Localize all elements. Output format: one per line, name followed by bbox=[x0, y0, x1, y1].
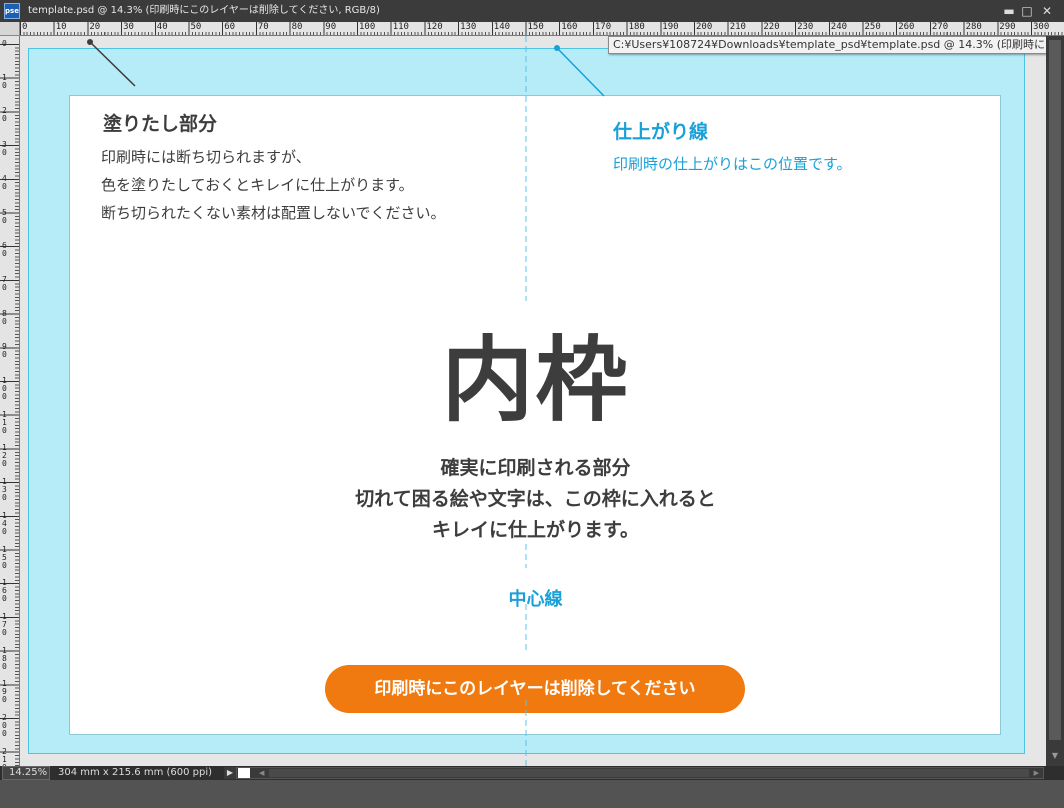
file-path-tooltip: C:¥Users¥108724¥Downloads¥template_psd¥t… bbox=[608, 36, 1064, 54]
ruler-h-label: 110 bbox=[392, 22, 409, 32]
ruler-h-label: 120 bbox=[426, 22, 443, 32]
ruler-h-label: 300 bbox=[1033, 22, 1050, 32]
ruler-v-label: 130 bbox=[2, 477, 7, 503]
ruler-v-label: 60 bbox=[2, 241, 7, 259]
minimize-button[interactable]: ▬ bbox=[1000, 3, 1018, 19]
status-bar: 14.25% 304 mm x 215.6 mm (600 ppi) ▶ ◀ ▶ bbox=[0, 766, 1064, 780]
ruler-origin[interactable] bbox=[0, 22, 20, 36]
workspace-background bbox=[0, 780, 1064, 808]
vertical-scrollbar[interactable]: ▼ bbox=[1046, 36, 1064, 766]
ruler-h-label: 220 bbox=[763, 22, 780, 32]
horizontal-scrollbar[interactable]: ◀ ▶ bbox=[236, 767, 1044, 779]
ruler-v-label: 30 bbox=[2, 140, 7, 158]
ruler-h-label: 0 bbox=[22, 22, 28, 32]
ruler-v-label: 100 bbox=[2, 376, 7, 401]
scroll-left-arrow-icon[interactable]: ◀ bbox=[259, 768, 264, 778]
horizontal-scroll-thumb[interactable] bbox=[269, 769, 1029, 777]
horizontal-ruler[interactable]: 0 10 20 30 40 50 60 70 80 90 100 110 120 130 140 150 160… bbox=[20, 22, 1064, 36]
ruler-v-label: 50 bbox=[2, 207, 7, 225]
bleed-leader-line bbox=[89, 41, 136, 87]
ruler-v-label: 80 bbox=[2, 308, 7, 326]
ruler-v-label: 0 bbox=[2, 39, 7, 48]
ruler-h-label: 290 bbox=[999, 22, 1016, 32]
ruler-h-label: 100 bbox=[359, 22, 376, 32]
ruler-v-label: 200 bbox=[2, 713, 7, 738]
ruler-h-label: 20 bbox=[89, 22, 101, 32]
ruler-h-label: 70 bbox=[257, 22, 269, 32]
status-menu-arrow-icon[interactable]: ▶ bbox=[224, 767, 236, 779]
ruler-v-label: 170 bbox=[2, 611, 7, 637]
vertical-scroll-thumb[interactable] bbox=[1049, 40, 1061, 740]
ruler-h-label: 210 bbox=[729, 22, 746, 32]
document-canvas[interactable]: 塗りたし部分 印刷時には断ち切られますが、 色を塗りたしておくとキレイに仕上がり… bbox=[20, 36, 1046, 766]
ruler-h-label: 90 bbox=[325, 22, 337, 32]
trim-leader-line bbox=[556, 47, 605, 97]
scroll-down-arrow-icon[interactable]: ▼ bbox=[1049, 750, 1061, 762]
scroll-box[interactable] bbox=[238, 768, 250, 778]
ruler-h-label: 180 bbox=[628, 22, 645, 32]
ruler-v-label: 120 bbox=[2, 443, 7, 469]
ruler-v-label: 110 bbox=[2, 409, 7, 435]
ruler-v-label: 160 bbox=[2, 578, 7, 604]
ruler-h-label: 260 bbox=[898, 22, 915, 32]
ruler-h-label: 240 bbox=[830, 22, 848, 32]
app-icon: pse bbox=[4, 3, 20, 19]
ruler-h-label: 10 bbox=[55, 22, 67, 32]
maximize-button[interactable]: □ bbox=[1018, 3, 1036, 19]
ruler-v-label: 190 bbox=[2, 679, 7, 705]
ruler-v-label: 140 bbox=[2, 510, 7, 536]
ruler-v-label: 150 bbox=[2, 544, 7, 570]
ruler-h-label: 60 bbox=[224, 22, 236, 32]
scroll-right-arrow-icon[interactable]: ▶ bbox=[1034, 768, 1039, 778]
trim-leader-dot bbox=[554, 45, 560, 51]
window-title-bar: pse template.psd @ 14.3% (印刷時にこのレイヤーは削除し… bbox=[0, 0, 1064, 22]
ruler-v-label: 180 bbox=[2, 645, 7, 671]
ruler-h-label: 30 bbox=[123, 22, 134, 32]
ruler-h-label: 280 bbox=[965, 22, 982, 32]
guide-overlay bbox=[87, 36, 605, 766]
ruler-h-label: 270 bbox=[931, 22, 949, 32]
ruler-h-label: 250 bbox=[864, 22, 881, 32]
ruler-v-label: 90 bbox=[2, 342, 7, 360]
ruler-h-label: 140 bbox=[493, 22, 511, 32]
ruler-h-label: 170 bbox=[594, 22, 612, 32]
document-size-info: 304 mm x 215.6 mm (600 ppi) bbox=[58, 767, 213, 778]
document-title: template.psd @ 14.3% (印刷時にこのレイヤーは削除してくださ… bbox=[28, 5, 380, 16]
ruler-v-label: 70 bbox=[2, 274, 7, 292]
bleed-leader-dot bbox=[87, 39, 93, 45]
ruler-h-label: 200 bbox=[696, 22, 713, 32]
ruler-h-label: 130 bbox=[460, 22, 477, 32]
ruler-v-label: 20 bbox=[2, 106, 7, 124]
ruler-h-label: 150 bbox=[527, 22, 544, 32]
close-button[interactable]: ✕ bbox=[1038, 3, 1056, 19]
ruler-v-label: 40 bbox=[2, 173, 7, 191]
ruler-h-label: 160 bbox=[561, 22, 578, 32]
ruler-h-label: 80 bbox=[291, 22, 303, 32]
ruler-h-label: 190 bbox=[662, 22, 679, 32]
ruler-h-label: 40 bbox=[156, 22, 168, 32]
zoom-level-field[interactable]: 14.25% bbox=[2, 766, 50, 780]
ruler-h-label: 230 bbox=[797, 22, 814, 32]
ruler-h-label: 50 bbox=[190, 22, 202, 32]
ruler-v-label: 10 bbox=[2, 72, 7, 90]
vertical-ruler[interactable]: 0 10 20 30 40 50 60 70 80 90 100 110 120 130 140 150 160… bbox=[0, 36, 20, 771]
